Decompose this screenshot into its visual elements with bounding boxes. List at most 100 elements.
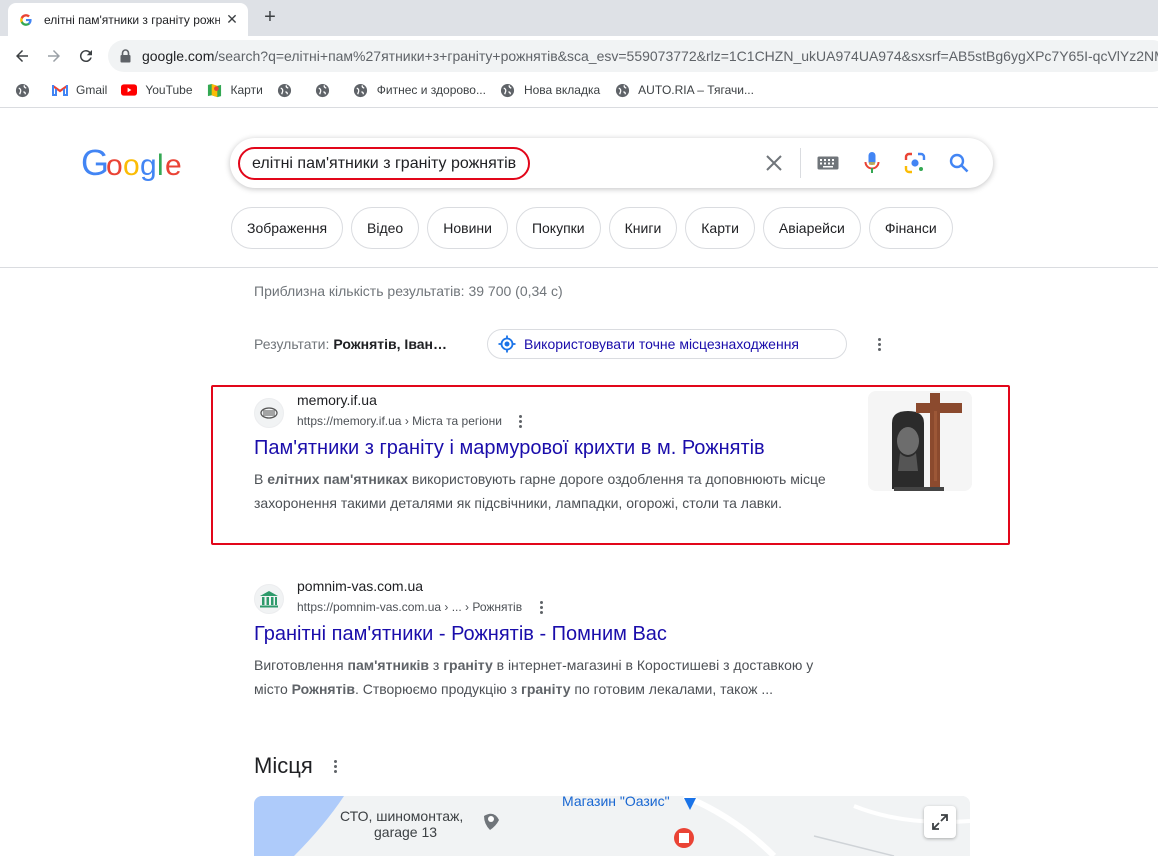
snippet-bold: граніту — [521, 681, 571, 697]
svg-text:g: g — [140, 149, 156, 182]
result-options-icon[interactable] — [512, 412, 530, 430]
result-stats: Приблизна кількість результатів: 39 700 … — [254, 283, 563, 299]
google-lens-icon[interactable] — [903, 151, 927, 175]
globe-icon — [315, 82, 331, 98]
result-snippet: Виготовлення пам'ятників з граніту в інт… — [254, 653, 844, 701]
google-maps-icon — [207, 82, 223, 98]
bookmark-label: YouTube — [145, 83, 193, 97]
svg-text:o: o — [106, 149, 122, 182]
location-row: Результати: Рожнятів, Іван… Використовув… — [254, 329, 881, 359]
expand-map-icon[interactable] — [924, 806, 956, 838]
result-options-icon[interactable] — [532, 598, 550, 616]
location-target-icon — [498, 335, 516, 353]
snippet-text: Виготовлення — [254, 657, 348, 673]
google-favicon-icon — [18, 12, 34, 28]
places-heading: Місця — [254, 753, 313, 778]
search-box[interactable]: елітні пам'ятники з граніту рожнятів — [230, 138, 993, 188]
chip-images[interactable]: Зображення — [231, 207, 344, 249]
globe-icon — [500, 82, 516, 98]
chip-shopping[interactable]: Покупки — [515, 207, 601, 249]
result-thumbnail-image[interactable] — [868, 391, 972, 491]
browser-toolbar: google.com/search?q=елітні+пам%27ятники+… — [0, 36, 1158, 76]
chip-news[interactable]: Новини — [427, 207, 508, 249]
precise-location-button[interactable]: Використовувати точне місцезнаходження — [487, 329, 847, 359]
globe-icon — [614, 82, 630, 98]
svg-text:e: e — [165, 149, 181, 182]
bookmark-blank-3[interactable] — [315, 82, 339, 98]
svg-text:G: G — [81, 146, 108, 182]
bookmark-blank-2[interactable] — [277, 82, 301, 98]
query-highlight[interactable]: елітні пам'ятники з граніту рожнятів — [238, 147, 531, 180]
chip-finance[interactable]: Фінанси — [868, 207, 953, 249]
chrome-divider — [0, 107, 1158, 108]
site-url-text[interactable]: https://pomnim-vas.com.ua › ... › Рожнят… — [297, 600, 522, 614]
snippet-bold: елітних пам'ятниках — [267, 471, 408, 487]
bookmark-label: Нова вкладка — [523, 83, 601, 97]
searchbox-divider — [800, 148, 801, 178]
svg-text:l: l — [157, 149, 163, 182]
more-options-icon[interactable] — [870, 335, 888, 353]
snippet-bold: пам'ятників — [347, 657, 430, 673]
youtube-icon — [121, 82, 138, 98]
chip-maps[interactable]: Карти — [685, 207, 755, 249]
map-place-label[interactable]: garage 13 — [374, 824, 437, 840]
snippet-bold: граніту — [443, 657, 493, 673]
result-snippet: В елітних пам'ятниках використовують гар… — [254, 467, 844, 515]
bookmark-blank-1[interactable] — [14, 82, 38, 98]
site-name[interactable]: memory.if.ua — [297, 392, 377, 408]
search-filter-chips: Зображення Відео Новини Покупки Книги Ка… — [231, 207, 961, 249]
result-title-link[interactable]: Пам'ятники з граніту і мармурової крихти… — [254, 437, 765, 460]
bookmark-fitness[interactable]: Фитнес и здорово... — [353, 82, 486, 98]
bookmark-autoria[interactable]: AUTO.RIA – Тягачи... — [614, 82, 754, 98]
search-result-1: memory.if.ua https://memory.if.ua › Міст… — [254, 392, 854, 542]
tab-bar: елітні пам'ятники з граніту рожнятів ✕ + — [0, 0, 1158, 36]
forward-arrow-icon[interactable] — [41, 44, 67, 68]
keyboard-icon[interactable] — [816, 151, 840, 175]
lock-icon[interactable] — [120, 49, 132, 63]
reload-icon[interactable] — [73, 44, 99, 68]
bookmark-maps[interactable]: Карти — [207, 82, 263, 98]
site-url: https://memory.if.ua › Міста та регіони — [297, 412, 530, 430]
url-text: google.com/search?q=елітні+пам%27ятники+… — [142, 48, 1158, 64]
site-name[interactable]: pomnim-vas.com.ua — [297, 578, 423, 594]
result-title-link[interactable]: Гранітні пам'ятники - Рожнятів - Помним … — [254, 623, 667, 646]
back-arrow-icon[interactable] — [9, 44, 35, 68]
places-section-title: Місця — [254, 753, 345, 779]
search-input[interactable]: елітні пам'ятники з граніту рожнятів — [252, 155, 516, 173]
snippet-bold: Рожнятів — [291, 681, 355, 697]
precise-location-label: Використовувати точне місцезнаходження — [524, 336, 800, 352]
address-bar[interactable]: google.com/search?q=елітні+пам%27ятники+… — [108, 40, 1158, 72]
map-place-label[interactable]: СТО, шиномонтаж, — [340, 808, 463, 824]
gmail-icon — [52, 82, 68, 98]
close-tab-icon[interactable]: ✕ — [224, 11, 240, 27]
url-path: /search?q=елітні+пам%27ятники+з+граніту+… — [214, 48, 1158, 64]
site-url: https://pomnim-vas.com.ua › ... › Рожнят… — [297, 598, 550, 616]
search-result-2: pomnim-vas.com.ua https://pomnim-vas.com… — [254, 578, 854, 708]
bookmark-gmail[interactable]: Gmail — [52, 82, 107, 98]
globe-icon — [14, 82, 30, 98]
clear-icon[interactable] — [762, 151, 786, 175]
chip-videos[interactable]: Відео — [351, 207, 420, 249]
museum-icon — [254, 584, 284, 614]
map-place-label[interactable]: Магазин "Оазис" — [562, 796, 670, 809]
site-url-text[interactable]: https://memory.if.ua › Міста та регіони — [297, 414, 502, 428]
snippet-text: по готовим лекалами, також ... — [570, 681, 773, 697]
url-host: google.com — [141, 48, 215, 64]
bookmark-label: Фитнес и здорово... — [376, 83, 486, 97]
bookmark-youtube[interactable]: YouTube — [121, 82, 193, 98]
chip-books[interactable]: Книги — [608, 207, 678, 249]
google-logo[interactable]: G o o g l e — [81, 142, 183, 191]
places-options-icon[interactable] — [327, 757, 345, 775]
snippet-text: з — [429, 657, 444, 673]
location-value[interactable]: Рожнятів, Іван… — [333, 336, 447, 352]
svg-text:o: o — [123, 149, 139, 182]
bookmark-new-tab[interactable]: Нова вкладка — [500, 82, 600, 98]
chip-flights[interactable]: Авіарейси — [762, 207, 861, 249]
browser-tab[interactable]: елітні пам'ятники з граніту рожнятів ✕ — [8, 3, 248, 36]
site-favicon-icon — [254, 398, 284, 428]
microphone-icon[interactable] — [860, 151, 884, 175]
search-icon[interactable] — [947, 151, 971, 175]
globe-icon — [277, 82, 293, 98]
places-map[interactable]: СТО, шиномонтаж, garage 13 Магазин "Оази… — [254, 796, 970, 856]
new-tab-plus-icon[interactable]: + — [258, 5, 282, 29]
